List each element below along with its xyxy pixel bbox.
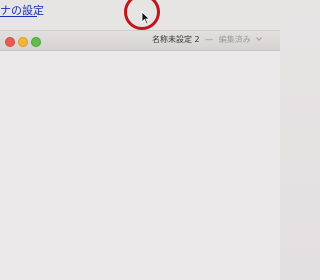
background-link-underline [0,16,37,17]
edited-status: 編集済み [218,35,251,44]
minimize-button[interactable] [18,37,28,47]
document-content-area[interactable] [0,51,280,280]
window-titlebar[interactable]: 名称未設定 2 — 編集済み [0,31,280,51]
document-title: 名称未設定 2 [152,35,200,44]
window-title-group[interactable]: 名称未設定 2 — 編集済み [152,34,263,45]
document-window: 名称未設定 2 — 編集済み [0,31,280,280]
mouse-pointer-icon [141,11,151,25]
close-button[interactable] [5,37,15,47]
title-separator: — [205,35,214,44]
chevron-down-icon[interactable] [256,37,263,41]
zoom-button[interactable] [31,37,41,47]
